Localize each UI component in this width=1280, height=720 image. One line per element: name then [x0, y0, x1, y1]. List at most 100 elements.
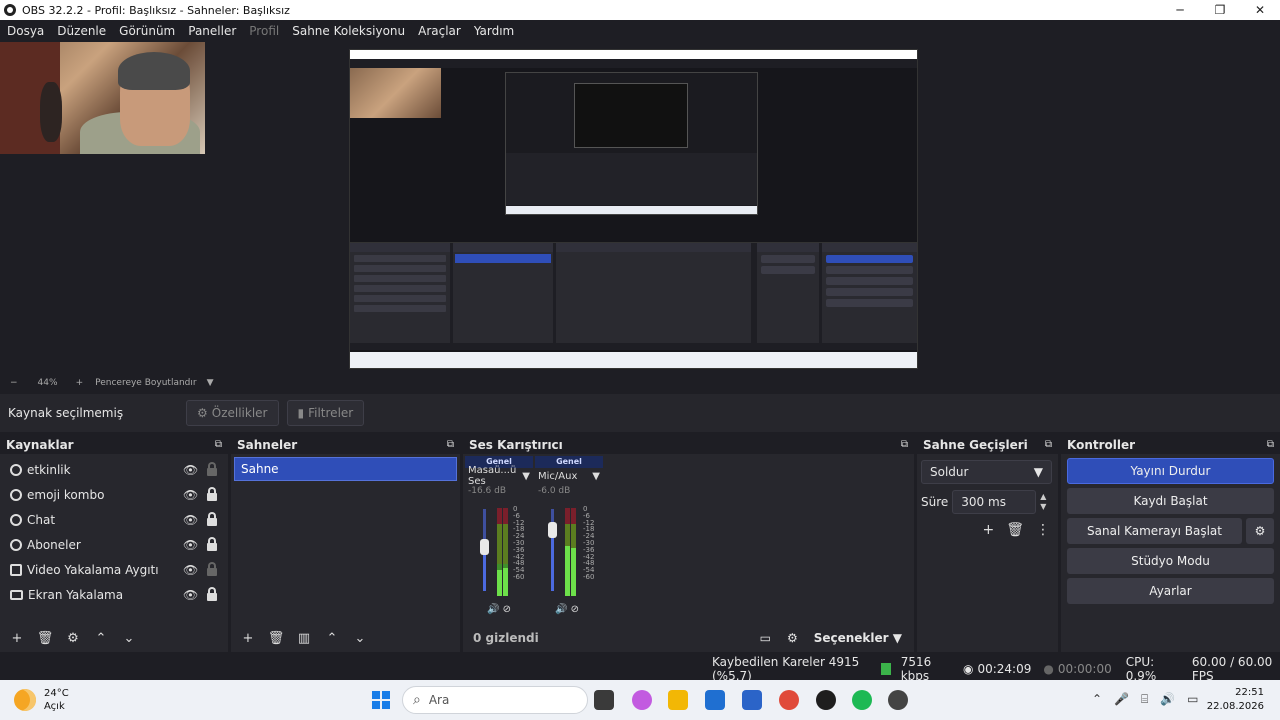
lock-icon[interactable]	[207, 512, 217, 526]
eye-icon[interactable]: 👁	[183, 513, 198, 527]
store-icon[interactable]	[705, 690, 725, 710]
minimize-button[interactable]: ─	[1160, 0, 1200, 20]
menu-bar: Dosya Düzenle Görünüm Paneller Profil Sa…	[0, 20, 1280, 42]
level-meter	[503, 508, 508, 596]
speaker-icon[interactable]: 🔊	[555, 604, 567, 615]
add-transition-button[interactable]: +	[982, 522, 994, 538]
eye-icon[interactable]: 👁	[183, 463, 198, 477]
filters-button[interactable]: ▮ Filtreler	[286, 400, 365, 426]
channel-menu-icon[interactable]: ▼	[592, 471, 600, 482]
source-item[interactable]: etkinlik 👁	[0, 457, 228, 482]
stop-stream-button[interactable]: Yayını Durdur	[1067, 458, 1274, 484]
source-item[interactable]: Ekran Yakalama 👁	[0, 582, 228, 607]
source-item[interactable]: Chat 👁	[0, 507, 228, 532]
remove-scene-button[interactable]: 🗑	[265, 631, 287, 646]
add-scene-button[interactable]: +	[237, 631, 259, 646]
float-icon[interactable]: ⧉	[215, 439, 222, 450]
lock-icon[interactable]	[207, 537, 217, 551]
menu-tools[interactable]: Araçlar	[418, 24, 461, 38]
start-record-button[interactable]: Kaydı Başlat	[1067, 488, 1274, 514]
weather-widget[interactable]: 24°C Açık	[14, 687, 69, 713]
mixer-options-button[interactable]: Seçenekler ▼	[814, 631, 902, 645]
float-icon[interactable]: ⧉	[1267, 439, 1274, 450]
close-button[interactable]: ✕	[1240, 0, 1280, 20]
clock[interactable]: 22:51 22.08.2026	[1207, 686, 1264, 714]
duration-stepper[interactable]: ▲ ▼	[1040, 492, 1046, 512]
menu-view[interactable]: Görünüm	[119, 24, 175, 38]
menu-scene-collection[interactable]: Sahne Koleksiyonu	[292, 24, 405, 38]
mixer-channel: Genel Masaü...ü Ses ▼ -16.6 dB 0 -6 -12 -18-…	[465, 456, 533, 624]
virtual-camera-button[interactable]: Sanal Kamerayı Başlat	[1067, 518, 1242, 544]
chrome-icon[interactable]	[779, 690, 799, 710]
move-up-button[interactable]: ⌃	[90, 631, 112, 646]
eye-icon[interactable]: 👁	[183, 538, 198, 552]
volume-slider-handle[interactable]	[480, 539, 489, 555]
lock-icon[interactable]	[207, 587, 217, 601]
transition-select[interactable]: Soldur ▼	[921, 460, 1052, 484]
eye-icon[interactable]: 👁	[183, 588, 198, 602]
studio-mode-button[interactable]: Stüdyo Modu	[1067, 548, 1274, 574]
volume-icon[interactable]: 🔊	[1160, 692, 1175, 707]
record-time: 00:00:00	[1057, 661, 1112, 676]
scene-filters-button[interactable]: ▥	[293, 631, 315, 646]
lock-icon[interactable]	[207, 462, 217, 476]
float-icon[interactable]: ⧉	[447, 439, 454, 450]
menu-profile[interactable]: Profil	[249, 24, 279, 38]
properties-button[interactable]: ⚙ Özellikler	[186, 400, 279, 426]
move-down-button[interactable]: ⌄	[349, 631, 371, 646]
remove-source-button[interactable]: 🗑	[34, 631, 56, 646]
menu-help[interactable]: Yardım	[474, 24, 514, 38]
file-explorer-icon[interactable]	[668, 690, 688, 710]
spotify-icon[interactable]	[852, 690, 872, 710]
menu-file[interactable]: Dosya	[7, 24, 44, 38]
monitor-off-icon[interactable]: ⊘	[503, 604, 511, 615]
source-item[interactable]: emoji kombo 👁	[0, 482, 228, 507]
level-meter	[497, 508, 502, 596]
more-options-icon[interactable]: ⋮	[1036, 522, 1050, 538]
app-icon[interactable]	[888, 690, 908, 710]
settings-button[interactable]: Ayarlar	[1067, 578, 1274, 604]
virtual-camera-settings-icon[interactable]: ⚙	[1246, 518, 1274, 544]
float-icon[interactable]: ⧉	[901, 439, 908, 450]
eye-icon[interactable]: 👁	[183, 488, 198, 502]
move-up-button[interactable]: ⌃	[321, 631, 343, 646]
obs-taskbar-icon[interactable]	[816, 690, 836, 710]
taskbar-search[interactable]: ⌕ Ara	[402, 686, 588, 714]
lock-icon[interactable]	[207, 562, 217, 576]
mixer-layout-icon[interactable]: ▭	[760, 631, 771, 645]
source-properties-button[interactable]: ⚙	[62, 631, 84, 646]
chevron-up-icon[interactable]: ⌃	[1092, 692, 1102, 707]
channel-category: Genel	[535, 456, 603, 468]
network-icon[interactable]: ⌸	[1141, 692, 1148, 707]
menu-docks[interactable]: Paneller	[188, 24, 236, 38]
zoom-in-button[interactable]: +	[76, 378, 84, 388]
advanced-audio-icon[interactable]: ⚙	[787, 631, 798, 645]
windows-start-icon[interactable]	[372, 691, 390, 709]
move-down-button[interactable]: ⌄	[118, 631, 140, 646]
volume-slider-handle[interactable]	[548, 522, 557, 538]
outlook-icon[interactable]	[742, 690, 762, 710]
scenes-title: Sahneler	[237, 437, 298, 452]
channel-menu-icon[interactable]: ▼	[522, 471, 530, 482]
float-icon[interactable]: ⧉	[1045, 439, 1052, 450]
maximize-button[interactable]: ❐	[1200, 0, 1240, 20]
menu-edit[interactable]: Düzenle	[57, 24, 106, 38]
copilot-icon[interactable]	[632, 690, 652, 710]
add-source-button[interactable]: +	[6, 631, 28, 646]
scene-item[interactable]: Sahne	[234, 457, 457, 481]
microphone-icon[interactable]: 🎤	[1114, 692, 1129, 707]
zoom-dropdown-icon[interactable]: ▼	[207, 378, 214, 388]
zoom-out-button[interactable]: −	[10, 378, 18, 388]
source-item[interactable]: Video Yakalama Aygıtı 👁	[0, 557, 228, 582]
transitions-title: Sahne Geçişleri	[923, 437, 1028, 452]
remove-transition-button[interactable]: 🗑	[1006, 522, 1024, 538]
lock-icon[interactable]	[207, 487, 217, 501]
speaker-icon[interactable]: 🔊	[487, 604, 499, 615]
mixer-channel: Genel Mic/Aux ▼ -6.0 dB 0 -6 -12 -18 -24 -30 -3…	[535, 456, 603, 624]
monitor-off-icon[interactable]: ⊘	[571, 604, 579, 615]
task-view-icon[interactable]	[594, 690, 614, 710]
source-item[interactable]: Aboneler 👁	[0, 532, 228, 557]
eye-icon[interactable]: 👁	[183, 563, 198, 577]
duration-input[interactable]: 300 ms	[952, 490, 1037, 514]
battery-icon[interactable]: ▭	[1187, 692, 1198, 707]
